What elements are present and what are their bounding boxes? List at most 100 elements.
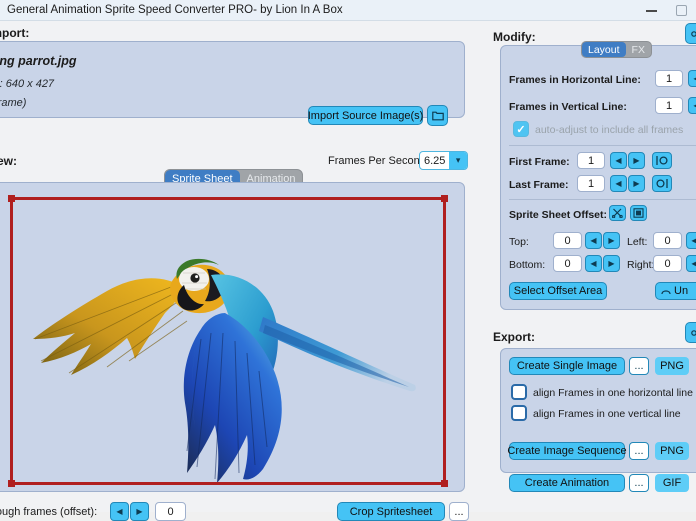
frame-offset-label: through frames (offset): — [0, 506, 98, 518]
offset-top-label: Top: — [509, 236, 529, 248]
crop-selection-rectangle[interactable] — [8, 195, 448, 487]
offset-bottom-input[interactable]: 0 — [553, 255, 582, 272]
fps-label: Frames Per Second: — [328, 155, 429, 167]
align-horizontal-label: align Frames in one horizontal line — [533, 387, 693, 399]
offset-cut-button[interactable] — [609, 205, 626, 221]
arrow-left-icon: ◀ — [615, 156, 622, 165]
frames-vertical-decrease-button[interactable]: ◀ — [688, 97, 696, 114]
undo-button[interactable]: Un — [655, 282, 696, 300]
select-offset-area-button[interactable]: Select Offset Area — [509, 282, 607, 300]
arrow-right-icon: ▶ — [633, 179, 640, 188]
scissors-icon — [612, 208, 623, 218]
import-section-label: Import: — [0, 26, 30, 40]
animation-options-button[interactable]: ... — [629, 474, 649, 492]
modify-divider-2 — [509, 199, 696, 200]
folder-icon — [431, 111, 444, 121]
window-controls — [636, 0, 696, 21]
settings-icon — [689, 29, 696, 39]
offset-top-input[interactable]: 0 — [553, 232, 582, 249]
auto-adjust-checkbox[interactable]: ✓ — [513, 121, 529, 137]
last-frame-label: Last Frame: — [509, 179, 569, 191]
last-frame-increase-button[interactable]: ▶ — [628, 175, 645, 192]
maximize-icon — [675, 5, 687, 16]
fps-dropdown[interactable]: 6.25 ▾ — [419, 151, 468, 170]
frames-vertical-label: Frames in Vertical Line: — [509, 101, 627, 113]
first-frame-label: First Frame: — [509, 156, 570, 168]
first-frame-increase-button[interactable]: ▶ — [628, 152, 645, 169]
arrow-right-icon: ▶ — [608, 259, 615, 268]
first-frame-reset-button[interactable] — [652, 152, 672, 169]
source-file-size: ze: 640 x 427 — [0, 78, 55, 90]
selection-handle-top-right[interactable] — [441, 195, 448, 202]
arrow-left-icon: ◀ — [590, 236, 597, 245]
arrow-right-icon: ▶ — [633, 156, 640, 165]
source-file-name: ying parrot.jpg — [0, 54, 77, 68]
undo-label: Un — [674, 285, 689, 297]
frames-horizontal-label: Frames in Horizontal Line: — [509, 74, 641, 86]
frames-vertical-input[interactable]: 1 — [655, 97, 683, 114]
arrow-left-icon: ◀ — [590, 259, 597, 268]
offset-top-decrease-button[interactable]: ◀ — [585, 232, 602, 249]
modify-section-label: Modify: — [493, 30, 536, 44]
title-bar: General Animation Sprite Speed Converter… — [0, 0, 696, 21]
modify-settings-button[interactable] — [685, 23, 696, 44]
import-folder-button[interactable] — [427, 105, 448, 126]
selection-handle-top-left[interactable] — [8, 195, 15, 202]
offset-top-increase-button[interactable]: ▶ — [603, 232, 620, 249]
maximize-button[interactable] — [666, 0, 696, 21]
offset-bottom-decrease-button[interactable]: ◀ — [585, 255, 602, 272]
tab-fx[interactable]: FX — [626, 42, 651, 57]
minimize-icon — [645, 9, 657, 12]
source-frame-info: Frame) — [0, 97, 27, 109]
arrow-left-icon: ◀ — [691, 259, 696, 268]
offset-right-label: Right: — [627, 259, 655, 271]
create-animation-button[interactable]: Create Animation — [509, 474, 625, 492]
offset-bottom-label: Bottom: — [509, 259, 546, 271]
selection-handle-bottom-right[interactable] — [441, 480, 448, 487]
undo-arc-icon — [661, 288, 671, 295]
chevron-down-icon[interactable]: ▾ — [449, 152, 467, 169]
create-single-image-button[interactable]: Create Single Image — [509, 357, 625, 375]
modify-divider-1 — [509, 145, 696, 146]
preview-section-label: view: — [0, 154, 18, 168]
last-frame-decrease-button[interactable]: ◀ — [610, 175, 627, 192]
export-section-label: Export: — [493, 330, 535, 344]
create-image-sequence-button[interactable]: Create Image Sequence — [507, 442, 627, 460]
arrow-right-icon: ▶ — [608, 236, 615, 245]
offset-right-input[interactable]: 0 — [653, 255, 682, 272]
export-settings-button[interactable] — [685, 322, 696, 343]
sprite-sheet-offset-label: Sprite Sheet Offset: — [509, 209, 608, 221]
offset-right-decrease-button[interactable]: ◀ — [686, 255, 696, 272]
import-source-images-button[interactable]: Import Source Image(s) — [308, 106, 423, 125]
frames-horizontal-input[interactable]: 1 — [655, 70, 683, 87]
minimize-button[interactable] — [636, 0, 666, 21]
animation-format-tag[interactable]: GIF — [655, 474, 689, 492]
single-image-format-tag[interactable]: PNG — [655, 357, 689, 375]
left-column: Import: ying parrot.jpg ze: 640 x 427 Fr… — [0, 21, 480, 521]
last-frame-reset-button[interactable] — [652, 175, 672, 192]
first-frame-decrease-button[interactable]: ◀ — [610, 152, 627, 169]
align-vertical-checkbox[interactable]: ✓ — [511, 405, 527, 421]
first-frame-input[interactable]: 1 — [577, 152, 605, 169]
single-image-options-button[interactable]: ... — [629, 357, 649, 375]
auto-adjust-label: auto-adjust to include all frames — [535, 124, 684, 136]
align-horizontal-checkbox[interactable]: ✓ — [511, 384, 527, 400]
reset-to-last-icon — [655, 178, 669, 189]
offset-bottom-increase-button[interactable]: ▶ — [603, 255, 620, 272]
tab-layout[interactable]: Layout — [582, 42, 626, 57]
image-sequence-format-tag[interactable]: PNG — [655, 442, 689, 460]
frames-horizontal-decrease-button[interactable]: ◀ — [688, 70, 696, 87]
offset-fill-button[interactable] — [630, 205, 647, 221]
offset-left-input[interactable]: 0 — [653, 232, 682, 249]
window-title: General Animation Sprite Speed Converter… — [7, 4, 343, 16]
last-frame-input[interactable]: 1 — [577, 175, 605, 192]
reset-to-first-icon — [655, 155, 669, 166]
selection-handle-bottom-left[interactable] — [8, 480, 15, 487]
align-vertical-label: align Frames in one vertical line — [533, 408, 681, 420]
offset-left-label: Left: — [627, 236, 648, 248]
image-sequence-options-button[interactable]: ... — [629, 442, 649, 460]
arrow-left-icon: ◀ — [615, 179, 622, 188]
settings-icon — [689, 328, 696, 338]
offset-left-decrease-button[interactable]: ◀ — [686, 232, 696, 249]
modify-mode-tabs: Layout FX — [581, 41, 652, 58]
